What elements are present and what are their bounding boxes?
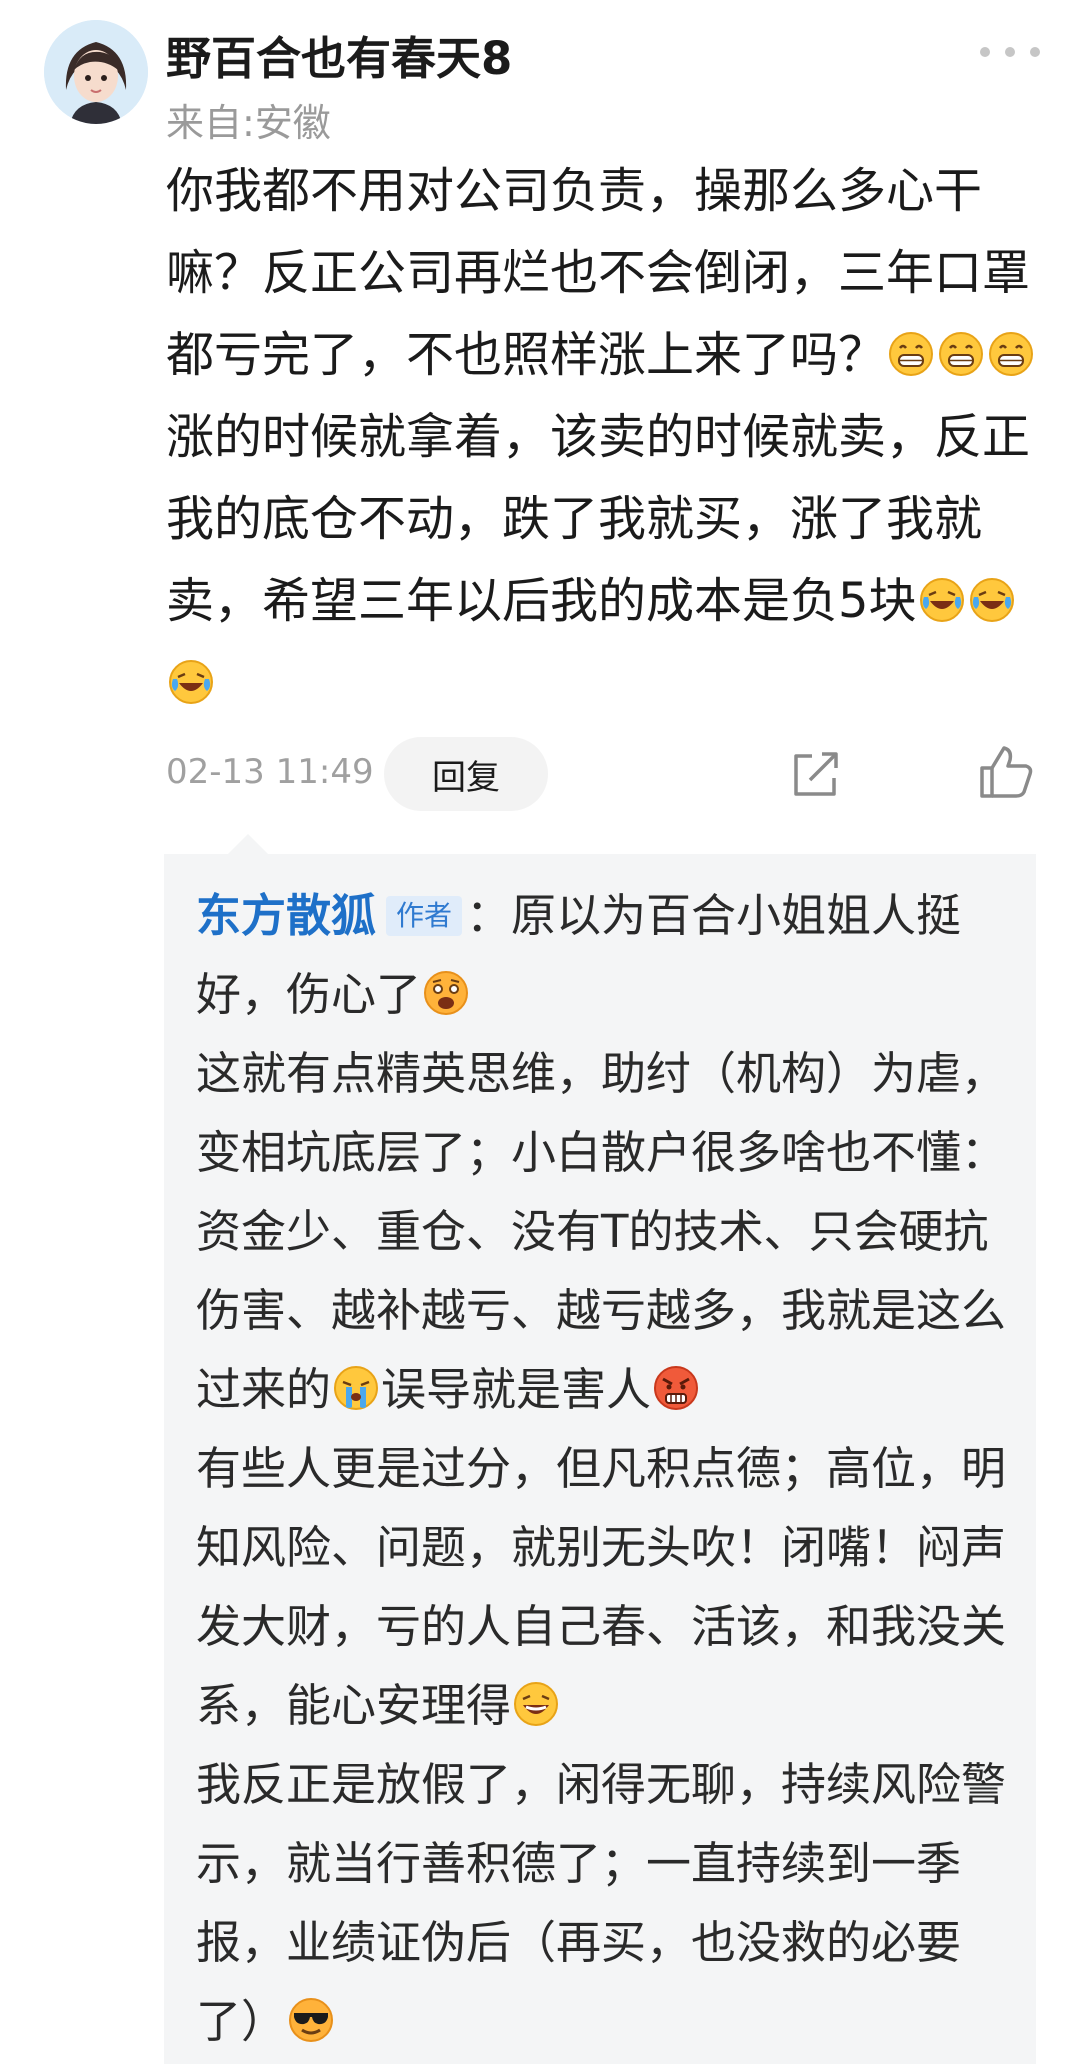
grin-emoji	[938, 331, 984, 377]
quote-paragraph-2b: 误导就是害人	[381, 1363, 652, 1416]
quote-paragraph-3: 有些人更是过分，但凡积点德；高位，明知风险、问题，就别无头吹！闭嘴！闷声发大财，…	[196, 1442, 1007, 1732]
share-icon[interactable]	[790, 748, 846, 800]
thumbs-up-icon[interactable]	[978, 744, 1034, 800]
comment-text: 你我都不用对公司负责，操那么多心干嘛？反正公司再烂也不会倒闭，三年口罩都亏完了，…	[166, 150, 1036, 724]
quote-paragraph-2a: 这就有点精英思维，助纣（机构）为虐，变相坑底层了；小白散户很多啥也不懂：资金少、…	[196, 1047, 1007, 1416]
grin-emoji	[988, 331, 1034, 377]
angry-emoji	[653, 1365, 699, 1411]
avatar[interactable]	[44, 20, 148, 124]
author-badge: 作者	[386, 896, 463, 936]
quote-separator: ：	[466, 889, 512, 942]
laugh-cry-emoji	[168, 659, 214, 705]
quote-author[interactable]: 东方散狐	[196, 889, 376, 942]
post-time: 02-13 11:49	[166, 752, 374, 792]
grin-emoji	[888, 331, 934, 377]
location-label: 来自:安徽	[166, 101, 331, 145]
laugh-emoji	[513, 1681, 559, 1727]
laugh-cry-emoji	[969, 577, 1015, 623]
scared-emoji	[423, 970, 469, 1016]
comment-part-2: 涨的时候就拿着，该卖的时候就卖，反正我的底仓不动，跌了我就买，涨了我就卖，希望三…	[166, 409, 1031, 629]
quoted-reply[interactable]: 东方散狐 作者 ：原以为百合小姐姐人挺好，伤心了 这就有点精英思维，助纣（机构）为虐…	[164, 854, 1036, 2064]
more-dots-icon[interactable]	[980, 40, 1040, 64]
reply-button[interactable]: 回复	[384, 737, 548, 811]
quote-pointer	[228, 834, 268, 854]
username[interactable]: 野百合也有春天8	[166, 22, 512, 87]
sunglasses-emoji	[288, 1997, 334, 2043]
crying-emoji	[333, 1365, 379, 1411]
laugh-cry-emoji	[919, 577, 965, 623]
